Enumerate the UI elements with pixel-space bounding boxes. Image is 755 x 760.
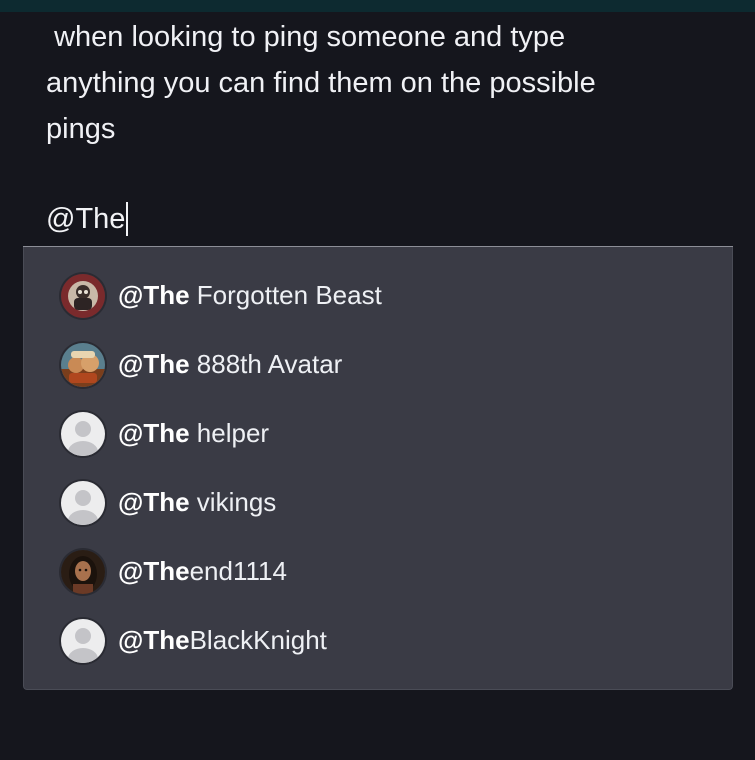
mention-option-label: @The helper bbox=[118, 418, 269, 449]
mention-option-label: @TheBlackKnight bbox=[118, 625, 327, 656]
mention-option-helper[interactable]: @The helper bbox=[24, 399, 732, 468]
default-avatar-icon bbox=[61, 411, 105, 456]
mention-option-rest: end1114 bbox=[189, 556, 287, 586]
text-caret bbox=[126, 202, 129, 236]
custom-avatar-icon bbox=[61, 273, 105, 318]
mention-option-rest: BlackKnight bbox=[189, 625, 327, 655]
default-avatar-icon bbox=[61, 618, 105, 663]
mention-match-prefix: @The bbox=[118, 556, 190, 586]
mention-option-888th-avatar[interactable]: @The 888th Avatar bbox=[24, 330, 732, 399]
mention-option-label: @Theend1114 bbox=[118, 556, 287, 587]
mention-option-theblackknight[interactable]: @TheBlackKnight bbox=[24, 606, 732, 675]
mention-option-label: @The 888th Avatar bbox=[118, 349, 342, 380]
top-strip bbox=[0, 0, 755, 12]
mention-option-rest: Forgotten Beast bbox=[189, 280, 382, 310]
mention-option-label: @The vikings bbox=[118, 487, 276, 518]
mention-match-prefix: @The bbox=[118, 349, 190, 379]
mention-option-vikings[interactable]: @The vikings bbox=[24, 468, 732, 537]
mention-input[interactable]: @The bbox=[46, 196, 129, 242]
mention-option-rest: vikings bbox=[189, 487, 277, 517]
custom-avatar-icon bbox=[61, 549, 105, 594]
mention-option-theend1114[interactable]: @Theend1114 bbox=[24, 537, 732, 606]
mention-match-prefix: @The bbox=[118, 625, 190, 655]
mention-match-prefix: @The bbox=[118, 418, 190, 448]
custom-avatar-icon bbox=[61, 342, 105, 387]
mention-option-rest: helper bbox=[189, 418, 270, 448]
mention-match-prefix: @The bbox=[118, 280, 190, 310]
mention-option-rest: 888th Avatar bbox=[189, 349, 343, 379]
default-avatar-icon bbox=[61, 480, 105, 525]
mention-suggestions: @The Forgotten Beast @The 888th Avatar @… bbox=[23, 247, 733, 690]
mention-match-prefix: @The bbox=[118, 487, 190, 517]
mention-input-value: @The bbox=[46, 203, 126, 235]
post-body-text: when looking to ping someone and type an… bbox=[46, 21, 596, 145]
mention-option-forgotten-beast[interactable]: @The Forgotten Beast bbox=[24, 261, 732, 330]
mention-option-label: @The Forgotten Beast bbox=[118, 280, 382, 311]
